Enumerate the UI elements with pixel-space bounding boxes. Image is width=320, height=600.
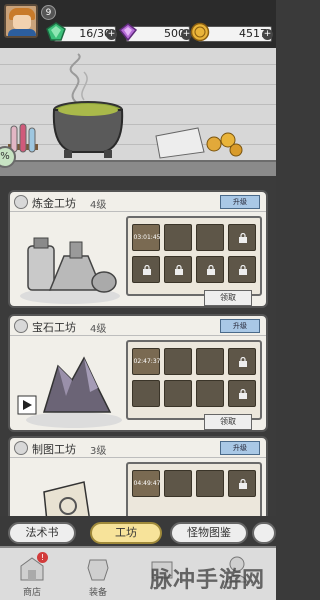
slot-timer: 04:49:47 [133,480,161,487]
brick-line [0,104,276,105]
production-slot[interactable] [164,380,192,407]
production-slot[interactable] [196,470,224,497]
lock-icon [207,265,215,275]
locked-slot[interactable] [164,256,192,283]
map-scroll-icon [43,481,90,516]
green-gem-icon [46,22,66,41]
workshop-title: 炼金工坊 [32,197,76,210]
production-slots-grid: 02:47:37 领取 [126,340,262,430]
production-slot[interactable] [132,380,160,407]
gem-rocks-icon [17,356,122,428]
locked-slot[interactable] [228,380,256,407]
locked-slot[interactable] [228,256,256,283]
locked-slot[interactable] [228,470,256,497]
production-slots-grid: 03:01:45 领取 [126,216,262,306]
avatar-shirt [8,29,36,36]
scroll-and-coins-icon [155,127,243,159]
workshop-panel-alchemy: 炼金工坊 4级 升级 03:01:45 领取 [8,190,268,308]
upgrade-button[interactable]: 升级 [220,195,260,209]
locked-slot[interactable] [228,348,256,375]
workshop-list[interactable]: 炼金工坊 4级 升级 03:01:45 领取 宝石工坊 4级 升级 02:47:… [0,176,276,516]
tab-bestiary[interactable]: 怪物图鉴 [170,522,248,544]
steam-icon [69,53,88,103]
add-coins-button[interactable]: + [262,29,273,40]
collect-button[interactable]: 领取 [204,414,252,430]
alchemy-scene: % [0,48,276,176]
production-slot[interactable] [164,470,192,497]
workshop-level: 3级 [90,446,107,457]
production-slot[interactable]: 04:49:47 [132,470,160,497]
nav-equipment[interactable]: 装备 [76,552,120,600]
locked-slot[interactable] [196,256,224,283]
tab-workshop[interactable]: 工坊 [90,522,162,544]
workshop-title: 宝石工坊 [32,321,76,334]
nav-label: 装备 [88,588,107,598]
upgrade-button[interactable]: 升级 [220,441,260,455]
tab-more[interactable] [252,522,276,544]
panel-header: 宝石工坊 4级 升级 [10,316,266,336]
stone-shelf [0,160,276,176]
workshop-title: 制图工坊 [32,443,76,456]
category-tabs: 法术书 工坊 怪物图鉴 [0,516,276,546]
lock-icon [239,233,247,243]
nav-notification-badge: ! [37,552,48,563]
brick-line [0,124,276,125]
production-slot[interactable] [164,224,192,251]
workshop-help-icon[interactable] [14,319,28,333]
lock-icon [143,265,151,275]
slot-timer: 02:47:37 [133,358,161,365]
cauldron-icon[interactable] [46,98,130,160]
add-gems-button[interactable]: + [106,29,117,40]
nav-shop[interactable]: ! 商店 [10,552,54,600]
production-slot[interactable]: 03:01:45 [132,224,160,251]
slot-timer: 03:01:45 [133,234,161,241]
player-level-badge: 9 [41,5,56,20]
production-slot[interactable] [196,348,224,375]
workshop-help-icon[interactable] [14,441,28,455]
collect-button[interactable]: 领取 [204,290,252,306]
resource-bar: 9 16/30 + 500 + 4517 + [0,0,276,48]
production-slot[interactable]: 02:47:37 [132,348,160,375]
brick-line [0,64,276,65]
gold-coin-icon [190,22,210,42]
watermark-text: 脉冲手游网 [150,568,266,593]
lock-icon [239,389,247,399]
panel-header: 炼金工坊 4级 升级 [10,192,266,212]
lock-icon [239,265,247,275]
purple-crystal-icon [118,23,138,42]
workshop-level: 4级 [90,200,107,211]
lock-icon [239,479,247,489]
production-slot[interactable] [196,380,224,407]
player-avatar[interactable] [4,4,38,38]
workshop-panel-gem: 宝石工坊 4级 升级 02:47:37 领取 [8,314,268,432]
tab-spellbook[interactable]: 法术书 [8,522,76,544]
potion-bottles-icon [20,237,120,304]
lock-icon [239,357,247,367]
upgrade-button[interactable]: 升级 [220,319,260,333]
production-slots-grid: 04:49:47 [126,462,262,516]
nav-label: 商店 [22,588,41,598]
locked-slot[interactable] [132,256,160,283]
avatar-face [13,15,31,29]
workshop-help-icon[interactable] [14,195,28,209]
workshop-panel-cartography: 制图工坊 3级 升级 04:49:47 [8,436,268,516]
brick-line [0,84,276,85]
lock-icon [175,265,183,275]
workshop-level: 4级 [90,324,107,335]
panel-header: 制图工坊 3级 升级 [10,438,266,458]
production-slot[interactable] [196,224,224,251]
locked-slot[interactable] [228,224,256,251]
production-slot[interactable] [164,348,192,375]
armor-icon [87,559,109,581]
